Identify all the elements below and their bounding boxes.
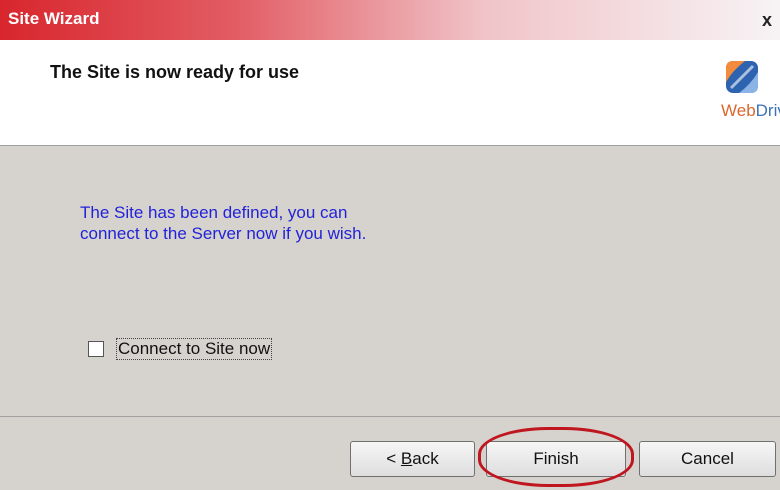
page-title: The Site is now ready for use [50,62,300,82]
webdrive-logo: WebDrive [721,56,780,126]
finish-highlight-circle [478,427,634,487]
close-button[interactable]: x [762,9,780,31]
title-bar: Site Wizard x [0,0,780,40]
connect-checkbox[interactable] [88,341,104,357]
info-message: The Site has been defined, you can conne… [80,202,460,244]
webdrive-logo-text: WebDrive [721,101,780,120]
back-button[interactable]: < Back [350,441,475,477]
wizard-body: The Site has been defined, you can conne… [0,146,780,417]
cancel-button[interactable]: Cancel [639,441,776,477]
connect-checkbox-label[interactable]: Connect to Site now [116,338,273,360]
webdrive-logo-icon [726,61,758,93]
window-title: Site Wizard [8,9,100,28]
wizard-footer: < Back Finish Cancel [0,417,780,490]
info-line-2: connect to the Server now if you wish. [80,224,367,243]
wizard-header: The Site is now ready for use WebDrive [0,40,780,146]
info-line-1: The Site has been defined, you can [80,203,348,222]
